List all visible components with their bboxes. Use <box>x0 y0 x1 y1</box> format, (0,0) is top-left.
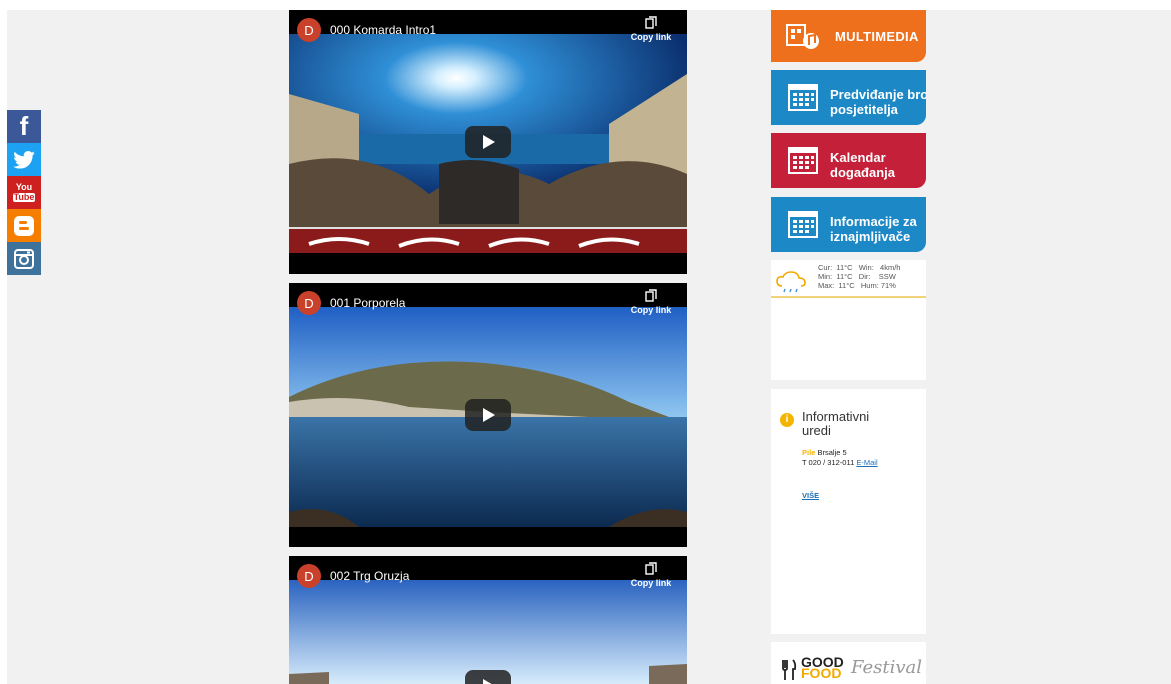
visitor-forecast-tile[interactable]: Predviđanje broja posjetitelja <box>771 70 926 125</box>
multimedia-tile[interactable]: MULTIMEDIA <box>771 10 926 62</box>
calendar-line-2: događanja <box>830 165 896 180</box>
good-food-logo: GOOD FOOD <box>801 655 844 681</box>
office-street: Brsalje 5 <box>817 448 847 457</box>
copy-icon <box>645 562 657 575</box>
cutlery-icon <box>782 659 797 680</box>
video-player-1[interactable]: D 000 Komarda Intro1 Copy link <box>289 10 687 274</box>
video-title[interactable]: 002 Trg Oruzja <box>330 569 409 583</box>
youtube-icon[interactable]: You Tube <box>7 176 41 209</box>
info-offices-title: Informativni uredi <box>802 410 912 438</box>
calendar-icon <box>788 84 818 111</box>
copy-link-label: Copy link <box>630 305 672 315</box>
channel-avatar[interactable]: D <box>297 18 321 42</box>
weather-readout: Cur: 11°C Win: 4km/h Min: 11°C Dir: SSW … <box>818 263 900 290</box>
rental-info-tile[interactable]: Informacije za iznajmljivače <box>771 197 926 252</box>
more-link[interactable]: VIŠE <box>802 491 819 500</box>
office-email-link[interactable]: E-Mail <box>856 458 877 467</box>
office-place: Pile <box>802 448 816 457</box>
info-title-line-1: Informativni <box>802 409 870 424</box>
office-address: Pile Brsalje 5 T 020 / 312-011 E-Mail <box>802 448 878 468</box>
video-title[interactable]: 000 Komarda Intro1 <box>330 23 436 37</box>
info-title-line-2: uredi <box>802 423 831 438</box>
video-header-2: D 001 Porporela <box>297 291 405 315</box>
rental-line-2: iznajmljivače <box>830 229 911 244</box>
twitter-icon[interactable] <box>7 143 41 176</box>
channel-avatar[interactable]: D <box>297 291 321 315</box>
forecast-line-2: posjetitelja <box>830 102 898 117</box>
copy-link-button[interactable]: Copy link <box>629 562 673 588</box>
rain-cloud-icon <box>776 271 806 293</box>
video-header-1: D 000 Komarda Intro1 <box>297 18 436 42</box>
youtube-label-top: You <box>15 182 33 192</box>
copy-link-button[interactable]: Copy link <box>629 289 673 315</box>
play-button[interactable] <box>465 399 511 431</box>
copy-link-label: Copy link <box>630 32 672 42</box>
video-title[interactable]: 001 Porporela <box>330 296 405 310</box>
blogger-icon[interactable] <box>7 209 41 242</box>
video-player-2[interactable]: D 001 Porporela Copy link <box>289 283 687 547</box>
rental-info-label: Informacije za iznajmljivače <box>830 214 917 244</box>
play-button[interactable] <box>465 670 511 684</box>
video-thumbnail-3 <box>289 580 687 684</box>
event-calendar-tile[interactable]: Kalendar događanja <box>771 133 926 188</box>
copy-icon <box>645 289 657 302</box>
weather-line-2: Min: 11°C Dir: SSW <box>818 272 896 281</box>
video-player-3[interactable]: D 002 Trg Oruzja Copy link <box>289 556 687 684</box>
social-bar: f You Tube <box>7 110 41 275</box>
multimedia-label: MULTIMEDIA <box>835 28 919 44</box>
copy-link-button[interactable]: Copy link <box>629 16 673 42</box>
copy-link-label: Copy link <box>630 578 672 588</box>
facebook-icon[interactable]: f <box>7 110 41 143</box>
calendar-icon <box>788 147 818 174</box>
youtube-label-bottom: Tube <box>12 192 36 202</box>
weather-line-1: Cur: 11°C Win: 4km/h <box>818 263 901 272</box>
info-offices-panel: i Informativni uredi Pile Brsalje 5 T 02… <box>771 389 926 634</box>
channel-avatar[interactable]: D <box>297 564 321 588</box>
weather-line-3: Max: 11°C Hum: 71% <box>818 281 896 290</box>
facebook-glyph: f <box>19 111 29 141</box>
office-phone: T 020 / 312-011 <box>802 458 855 467</box>
rental-line-1: Informacije za <box>830 214 917 229</box>
weather-strip: Cur: 11°C Win: 4km/h Min: 11°C Dir: SSW … <box>771 260 926 298</box>
logo-food: FOOD <box>801 665 842 681</box>
copy-icon <box>645 16 657 29</box>
info-icon: i <box>780 413 794 427</box>
event-calendar-label: Kalendar događanja <box>830 150 895 180</box>
calendar-icon <box>788 211 818 238</box>
weather-widget: Cur: 11°C Win: 4km/h Min: 11°C Dir: SSW … <box>771 260 926 380</box>
calendar-line-1: Kalendar <box>830 150 886 165</box>
play-button[interactable] <box>465 126 511 158</box>
festival-script: Festival <box>851 657 923 678</box>
video-header-3: D 002 Trg Oruzja <box>297 564 409 588</box>
good-food-festival-banner[interactable]: GOOD FOOD Festival <box>771 642 926 684</box>
forecast-line-1: Predviđanje broja <box>830 87 926 102</box>
multimedia-icon <box>786 24 819 49</box>
instagram-icon[interactable] <box>7 242 41 275</box>
visitor-forecast-label: Predviđanje broja posjetitelja <box>830 87 926 117</box>
